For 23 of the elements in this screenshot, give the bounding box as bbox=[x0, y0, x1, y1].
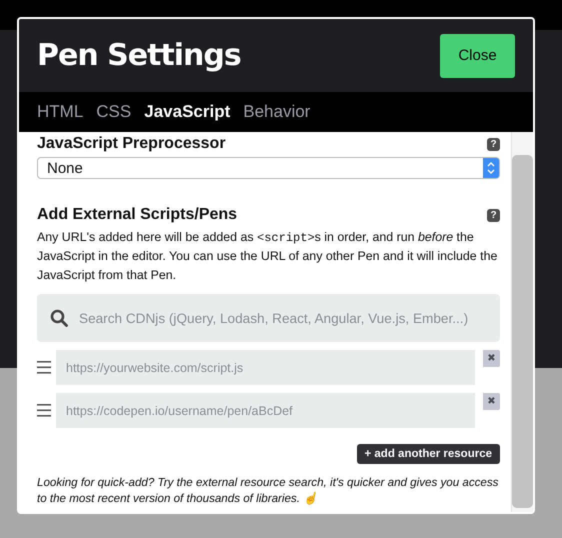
dropdown-arrows-icon bbox=[483, 158, 499, 178]
tab[interactable]: CSS bbox=[96, 102, 132, 122]
tab[interactable]: JavaScript bbox=[144, 102, 230, 122]
url-field[interactable]: https://yourwebsite.com/script.js bbox=[56, 350, 475, 385]
scrollbar[interactable] bbox=[511, 132, 533, 512]
section-heading: Add External Scripts/Pens bbox=[37, 206, 238, 224]
preprocessor-select[interactable]: None bbox=[37, 157, 500, 179]
tab[interactable]: Behavior bbox=[243, 102, 310, 122]
tab[interactable]: HTML bbox=[37, 102, 84, 122]
add-resource-button[interactable]: + add another resource bbox=[356, 444, 500, 464]
url-field[interactable]: https://codepen.io/username/pen/aBcDef bbox=[56, 393, 475, 428]
drag-handle-icon[interactable] bbox=[37, 361, 51, 374]
search-field[interactable]: Search CDNjs (jQuery, Lodash, React, Angular, Vue.js, Ember...) bbox=[37, 294, 500, 342]
remove-button[interactable]: ✖ bbox=[483, 350, 500, 367]
hint-text: Looking for quick-add? Try the external resource search, it's quicker and gives you access to the most recent version of thousands of libraries. ☝ bbox=[37, 475, 500, 507]
close-button[interactable]: Close bbox=[440, 34, 515, 78]
help-icon[interactable]: ? bbox=[487, 208, 500, 222]
help-icon[interactable]: ? bbox=[487, 138, 500, 150]
remove-button[interactable]: ✖ bbox=[483, 393, 500, 410]
description-text: Any URL's added here will be added as <script>s in order, and run before the JavaScript in the editor. You can use the URL of any other Pen and it will include the JavaScript from that Pen. bbox=[37, 229, 498, 284]
section-heading: JavaScript Preprocessor bbox=[37, 135, 226, 153]
window-title: Pen Settings bbox=[37, 38, 241, 73]
drag-handle-icon[interactable] bbox=[37, 404, 51, 417]
